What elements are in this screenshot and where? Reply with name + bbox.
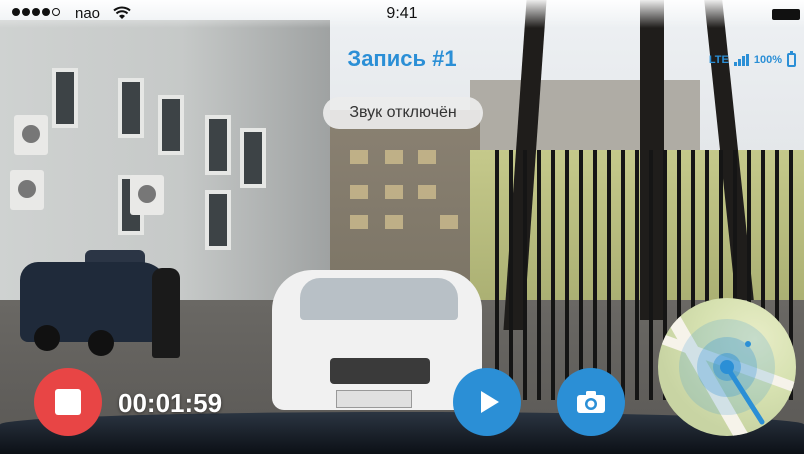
play-button[interactable]: [453, 368, 521, 436]
device-battery-icon: [787, 51, 796, 67]
battery-icon: [772, 9, 800, 20]
recording-timer: 00:01:59: [118, 388, 223, 418]
sound-off-toast: Звук отключён: [323, 97, 483, 129]
device-status: LTE 100%: [708, 51, 796, 67]
recording-title: Запись #1: [347, 46, 457, 71]
stop-icon: [55, 389, 81, 415]
clock: 9:41: [386, 5, 418, 22]
status-bar: nao 9:41: [0, 0, 804, 28]
cellular-bars-icon: [733, 54, 749, 66]
snapshot-button[interactable]: [557, 368, 625, 436]
mini-map[interactable]: [658, 298, 796, 436]
network-label: LTE: [708, 54, 729, 66]
stop-recording-button[interactable]: [34, 368, 102, 436]
camera-icon: [577, 391, 605, 413]
battery-percent: 100%: [753, 54, 782, 66]
play-icon: [480, 391, 499, 413]
pedestrian: [152, 268, 180, 358]
dashcam-screen: nao 9:41 Запись #1 LTE 100% Звук отключё…: [0, 0, 804, 454]
location-marker-icon: [679, 319, 775, 425]
